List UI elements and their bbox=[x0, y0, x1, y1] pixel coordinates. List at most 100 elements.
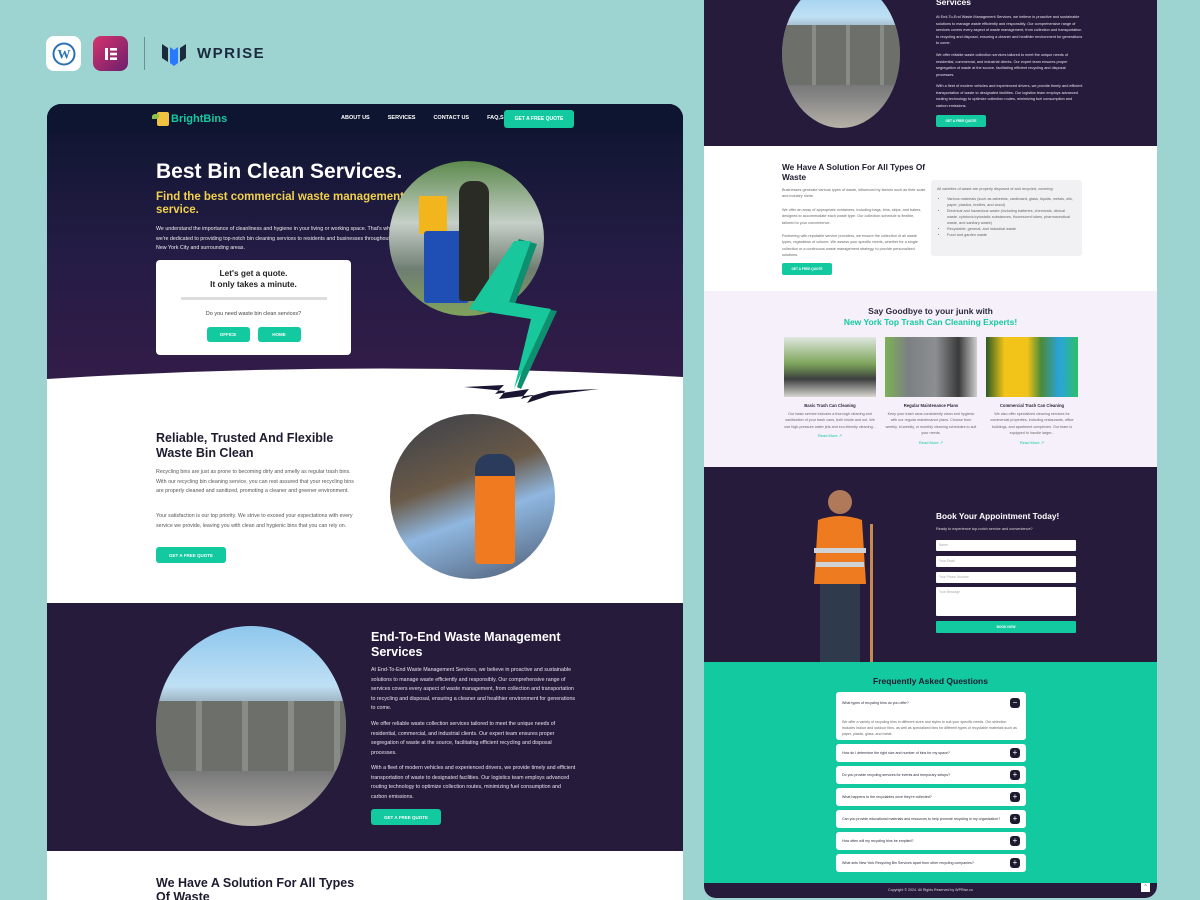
service-card: Commercial Trash Can Cleaning We also of… bbox=[986, 337, 1078, 445]
wprise-label: WPRISE bbox=[197, 45, 266, 62]
goodbye-highlight: New York Top Trash Can Cleaning Experts! bbox=[843, 317, 1018, 327]
read-more-link[interactable]: Read More ↗ bbox=[986, 440, 1078, 445]
plus-icon[interactable]: + bbox=[1010, 858, 1020, 868]
wordpress-icon: W bbox=[46, 36, 81, 71]
cleaner-photo bbox=[814, 490, 873, 662]
nav-faq[interactable]: FAQ,S bbox=[487, 115, 504, 121]
home-option-button[interactable]: HOME bbox=[257, 327, 301, 342]
faq-item[interactable]: Can you provide educational materials an… bbox=[836, 810, 1026, 828]
waste-item: Electrical and hazardous waste (includin… bbox=[947, 208, 1076, 226]
end-to-end-p2: We offer reliable waste collection servi… bbox=[371, 721, 556, 756]
faq-question: How often will my recycling bins be empt… bbox=[842, 839, 914, 843]
nav-quote-button[interactable]: GET A FREE QUOTE bbox=[504, 110, 574, 128]
waste-box-intro: All varieties of waste are properly disp… bbox=[937, 187, 1054, 191]
plus-icon[interactable]: + bbox=[1010, 792, 1020, 802]
faq-item-open[interactable]: What types of recycling bins do you offe… bbox=[836, 692, 1026, 740]
solution-p3: Partnering with reputable service provid… bbox=[782, 234, 918, 258]
wprise-logo: WPRISE bbox=[161, 42, 265, 66]
email-field[interactable]: Your Email bbox=[936, 556, 1076, 567]
solution-quote-button[interactable]: GET A FREE QUOTE bbox=[782, 263, 832, 275]
end-to-end-p1: At End-To-End Waste Management Services,… bbox=[371, 667, 576, 711]
services-p2: We offer reliable waste collection servi… bbox=[936, 53, 1068, 77]
waste-item: Various materials (such as asbestos, car… bbox=[947, 196, 1076, 208]
footer-copyright: Copyright © 2024. All Rights Reserved by… bbox=[704, 883, 1157, 898]
faq-item[interactable]: How do I determine the right size and nu… bbox=[836, 744, 1026, 762]
message-field[interactable]: Your Message bbox=[936, 587, 1076, 616]
end-to-end-title: End-To-End Waste Management Services bbox=[371, 630, 561, 659]
elementor-icon bbox=[93, 36, 128, 71]
bins-photo bbox=[782, 0, 900, 128]
quote-progress-bar bbox=[180, 297, 327, 300]
solution-p1: Businesses generate various types of was… bbox=[782, 188, 926, 199]
brand-bar: W WPRISE bbox=[46, 36, 265, 71]
faq-question: What sets New York Recycling Bin Service… bbox=[842, 861, 974, 865]
quote-card: Let's get a quote. It only takes a minute… bbox=[156, 260, 351, 355]
booking-section: Book Your Appointment Today! Ready to ex… bbox=[704, 467, 1157, 662]
top-nav: BrightBins ABOUT US SERVICES CONTACT US … bbox=[47, 104, 683, 134]
hero-body: We understand the importance of cleanlin… bbox=[156, 226, 393, 251]
end-to-end-p3: With a fleet of modern vehicles and expe… bbox=[371, 765, 576, 800]
faq-section: Frequently Asked Questions What types of… bbox=[704, 662, 1157, 883]
divider bbox=[144, 37, 145, 70]
booking-subtitle: Ready to experience top-notch service an… bbox=[936, 527, 1033, 531]
faq-item[interactable]: What sets New York Recycling Bin Service… bbox=[836, 854, 1026, 872]
svg-text:W: W bbox=[57, 46, 70, 61]
end-to-end-section: End-To-End Waste Management Services At … bbox=[47, 603, 683, 851]
minus-icon[interactable]: − bbox=[1010, 698, 1020, 708]
faq-question: Can you provide educational materials an… bbox=[842, 817, 1001, 821]
faq-question: What happens to the recyclables once the… bbox=[842, 795, 932, 799]
card-desc: We also offer specialized cleaning servi… bbox=[990, 412, 1074, 436]
services-quote-button[interactable]: GET A FREE QUOTE bbox=[936, 115, 986, 127]
card-title: Commercial Trash Can Cleaning bbox=[999, 403, 1065, 408]
site-logo[interactable]: BrightBins bbox=[152, 112, 228, 126]
booking-title: Book Your Appointment Today! bbox=[936, 511, 1060, 521]
service-card: Basic Trash Can Cleaning Our basic servi… bbox=[784, 337, 876, 438]
faq-item[interactable]: Do you provide recycling services for ev… bbox=[836, 766, 1026, 784]
read-more-link[interactable]: Read More ↗ bbox=[784, 433, 876, 438]
hero-title: Best Bin Clean Services. bbox=[156, 160, 403, 183]
card-image bbox=[784, 337, 876, 397]
card-image bbox=[885, 337, 977, 397]
faq-item[interactable]: What happens to the recyclables once the… bbox=[836, 788, 1026, 806]
faq-item[interactable]: How often will my recycling bins be empt… bbox=[836, 832, 1026, 850]
lightning-bolt-icon bbox=[464, 239, 599, 403]
quote-subtitle: It only takes a minute. bbox=[210, 279, 297, 289]
quote-title: Let's get a quote. bbox=[219, 268, 288, 278]
solution-title: We Have A Solution For All Types Of Wast… bbox=[156, 876, 355, 900]
nav-contact[interactable]: CONTACT US bbox=[433, 115, 469, 121]
logo-text: BrightBins bbox=[171, 113, 228, 125]
office-option-button[interactable]: OFFICE bbox=[206, 327, 250, 342]
bins-photo bbox=[156, 626, 346, 826]
plus-icon[interactable]: + bbox=[1010, 814, 1020, 824]
services-section: Services At End-To-End Waste Management … bbox=[704, 0, 1157, 146]
goodbye-heading: Say Goodbye to your junk with bbox=[868, 306, 993, 316]
end-to-end-quote-button[interactable]: GET A FREE QUOTE bbox=[371, 809, 441, 825]
faq-answer: We offer a variety of recycling bins in … bbox=[842, 720, 1017, 736]
services-cards-section: Say Goodbye to your junk with New York T… bbox=[704, 291, 1157, 467]
services-p1: At End-To-End Waste Management Services,… bbox=[936, 15, 1083, 46]
card-desc: Our basic service includes a thorough cl… bbox=[784, 412, 876, 429]
book-now-button[interactable]: BOOK NOW bbox=[936, 621, 1076, 633]
nav-services[interactable]: SERVICES bbox=[388, 115, 416, 121]
name-field[interactable]: Name bbox=[936, 540, 1076, 551]
phone-field[interactable]: Your Phone Number bbox=[936, 572, 1076, 583]
faq-question: How do I determine the right size and nu… bbox=[842, 751, 950, 755]
read-more-link[interactable]: Read More ↗ bbox=[885, 440, 977, 445]
reliable-quote-button[interactable]: GET A FREE QUOTE bbox=[156, 547, 226, 563]
faq-question: What types of recycling bins do you offe… bbox=[842, 701, 909, 705]
plus-icon[interactable]: + bbox=[1010, 836, 1020, 846]
services-title: Services bbox=[936, 0, 971, 7]
faq-question: Do you provide recycling services for ev… bbox=[842, 773, 951, 777]
faq-title: Frequently Asked Questions bbox=[873, 676, 988, 686]
services-p3: With a fleet of modern vehicles and expe… bbox=[936, 84, 1083, 108]
plus-icon[interactable]: + bbox=[1010, 770, 1020, 780]
scroll-to-top-button[interactable]: ^ bbox=[1141, 883, 1150, 892]
waste-item: Food and garden waste bbox=[947, 232, 1076, 238]
plus-icon[interactable]: + bbox=[1010, 748, 1020, 758]
card-title: Regular Maintenance Plans bbox=[903, 403, 959, 408]
card-image bbox=[986, 337, 1078, 397]
nav-about[interactable]: ABOUT US bbox=[341, 115, 370, 121]
waste-types-box: All varieties of waste are properly disp… bbox=[931, 180, 1082, 256]
bin-logo-icon bbox=[152, 112, 169, 126]
solution-title: We Have A Solution For All Types Of Wast… bbox=[782, 162, 926, 182]
